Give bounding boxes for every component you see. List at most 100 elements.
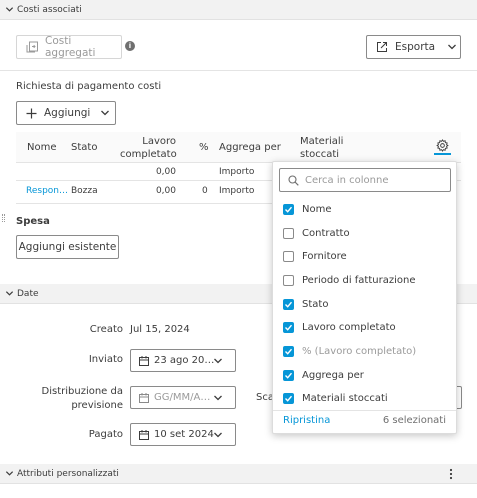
column-header-percent[interactable]: % <box>199 141 209 154</box>
payment-request-title: Richiesta di pagamento costi <box>16 81 162 92</box>
column-option-name[interactable]: Nome <box>283 201 332 217</box>
column-header-status[interactable]: Stato <box>71 141 97 154</box>
column-header-work-done-line2: completato <box>120 149 177 160</box>
divider <box>0 70 477 71</box>
summary-aggregate-by: Importo <box>219 167 255 177</box>
column-header-stored-materials-line1: Materiali <box>300 136 344 147</box>
column-header-name[interactable]: Nome <box>27 141 57 154</box>
info-icon[interactable]: i <box>125 41 135 51</box>
checkbox-checked-icon <box>283 298 294 310</box>
sent-date-value: 23 ago 20… <box>154 355 215 366</box>
column-header-work-done-line1: Lavoro <box>142 136 176 147</box>
column-option-billing-period[interactable]: Periodo di fatturazione <box>283 272 416 288</box>
summary-work-done: 0,00 <box>155 167 176 177</box>
custom-attributes-section-header[interactable]: Attributi personalizzati <box>0 464 477 484</box>
table-row[interactable]: Respon… Bozza 0,00 0 Importo <box>16 181 272 203</box>
column-option-supplier[interactable]: Fornitore <box>283 248 347 264</box>
add-label: Aggiungi <box>44 107 91 119</box>
column-option-aggregate-by[interactable]: Aggrega per <box>283 367 364 383</box>
calendar-icon <box>139 429 149 440</box>
column-option-label: Materiali stoccati <box>302 392 388 404</box>
add-existing-button[interactable]: Aggiungi esistente <box>16 235 119 259</box>
plus-icon <box>26 108 37 119</box>
column-header-stored-materials[interactable]: Materiali stoccati <box>300 135 343 161</box>
column-option-label: Fornitore <box>302 250 347 262</box>
forecast-date-placeholder: GG/MM/A… <box>154 392 211 403</box>
column-option-stored-materials[interactable]: Materiali stoccati <box>283 390 388 406</box>
created-label: Creato <box>89 324 123 335</box>
column-option-label: Stato <box>302 298 329 310</box>
aggregate-icon <box>26 41 39 53</box>
checkbox-checked-icon <box>283 203 294 215</box>
search-icon <box>288 174 299 186</box>
column-settings-button[interactable] <box>434 138 451 155</box>
checkbox-checked-icon <box>283 369 294 381</box>
column-option-contract[interactable]: Contratto <box>283 225 350 241</box>
column-header-stored-materials-line2: stoccati <box>300 149 340 160</box>
sent-date-field[interactable]: 23 ago 20… <box>130 349 236 372</box>
chevron-down-icon <box>213 430 223 440</box>
column-option-label: % (Lavoro completato) <box>302 345 417 357</box>
column-option-status[interactable]: Stato <box>283 296 328 312</box>
calendar-icon <box>139 392 149 403</box>
custom-attributes-title: Attributi personalizzati <box>17 468 119 479</box>
row-status: Bozza <box>71 186 98 196</box>
column-picker-popup: Cerca in colonne Nome Contratto Fornitor… <box>272 161 457 434</box>
add-button[interactable]: Aggiungi <box>16 101 116 125</box>
column-option-work-done[interactable]: Lavoro completato <box>283 319 396 335</box>
export-button[interactable]: Esporta <box>366 35 461 59</box>
forecast-label: Distribuzione da previsione <box>30 385 123 413</box>
chevron-down-icon <box>2 3 16 17</box>
column-search-placeholder: Cerca in colonne <box>305 174 389 186</box>
forecast-label-line1: Distribuzione da <box>41 386 123 397</box>
checkbox-checked-icon <box>283 392 294 404</box>
checkbox-unchecked-icon <box>283 250 294 262</box>
checkbox-checked-icon <box>283 345 294 357</box>
column-option-label: Lavoro completato <box>302 321 396 333</box>
forecast-date-field[interactable]: GG/MM/A… <box>130 386 236 409</box>
paid-date-value: 10 set 2024 <box>154 429 214 440</box>
created-value: Jul 15, 2024 <box>130 324 190 335</box>
chevron-down-icon <box>213 393 223 403</box>
column-option-label: Contratto <box>302 227 350 239</box>
row-percent: 0 <box>202 186 208 196</box>
chevron-down-icon <box>2 287 16 301</box>
checkbox-unchecked-icon <box>283 274 294 286</box>
aggregated-costs-button[interactable]: Costi aggregati <box>16 35 122 59</box>
calendar-icon <box>139 355 149 366</box>
column-search-input[interactable]: Cerca in colonne <box>279 168 451 192</box>
paid-label: Pagato <box>88 429 123 440</box>
column-header-work-done[interactable]: Lavoro completato <box>120 135 177 161</box>
divider <box>16 203 272 204</box>
reset-link[interactable]: Ripristina <box>283 415 330 426</box>
chevron-down-icon <box>213 356 223 366</box>
forecast-label-line2: previsione <box>71 400 123 411</box>
chevron-down-icon <box>447 42 457 52</box>
column-option-label: Periodo di fatturazione <box>302 274 416 286</box>
checkbox-checked-icon <box>283 321 294 333</box>
sent-label: Inviato <box>88 354 123 365</box>
chevron-down-icon <box>100 108 110 118</box>
export-icon <box>376 41 388 53</box>
drag-handle[interactable] <box>2 214 5 222</box>
column-option-percent[interactable]: % (Lavoro completato) <box>283 343 416 359</box>
column-header-aggregate-by[interactable]: Aggrega per <box>219 141 281 154</box>
column-option-label: Nome <box>302 203 332 215</box>
divider <box>273 410 456 411</box>
costs-section-header[interactable]: Costi associati <box>0 0 477 20</box>
row-work-done: 0,00 <box>155 186 176 196</box>
paid-date-field[interactable]: 10 set 2024 <box>130 423 236 446</box>
expense-title: Spesa <box>16 216 50 227</box>
selected-count: 6 selezionati <box>382 415 446 426</box>
checkbox-unchecked-icon <box>283 227 294 239</box>
gear-icon <box>436 139 449 152</box>
costs-section-title: Costi associati <box>17 4 82 15</box>
add-existing-label: Aggiungi esistente <box>18 241 117 253</box>
row-name-link[interactable]: Respon… <box>26 186 68 196</box>
chevron-down-icon <box>2 467 16 481</box>
column-option-label: Aggrega per <box>302 369 364 381</box>
more-icon[interactable] <box>449 468 453 480</box>
export-label: Esporta <box>395 41 436 53</box>
aggregated-costs-label: Costi aggregati <box>45 35 96 59</box>
row-aggregate-by: Importo <box>219 186 255 196</box>
